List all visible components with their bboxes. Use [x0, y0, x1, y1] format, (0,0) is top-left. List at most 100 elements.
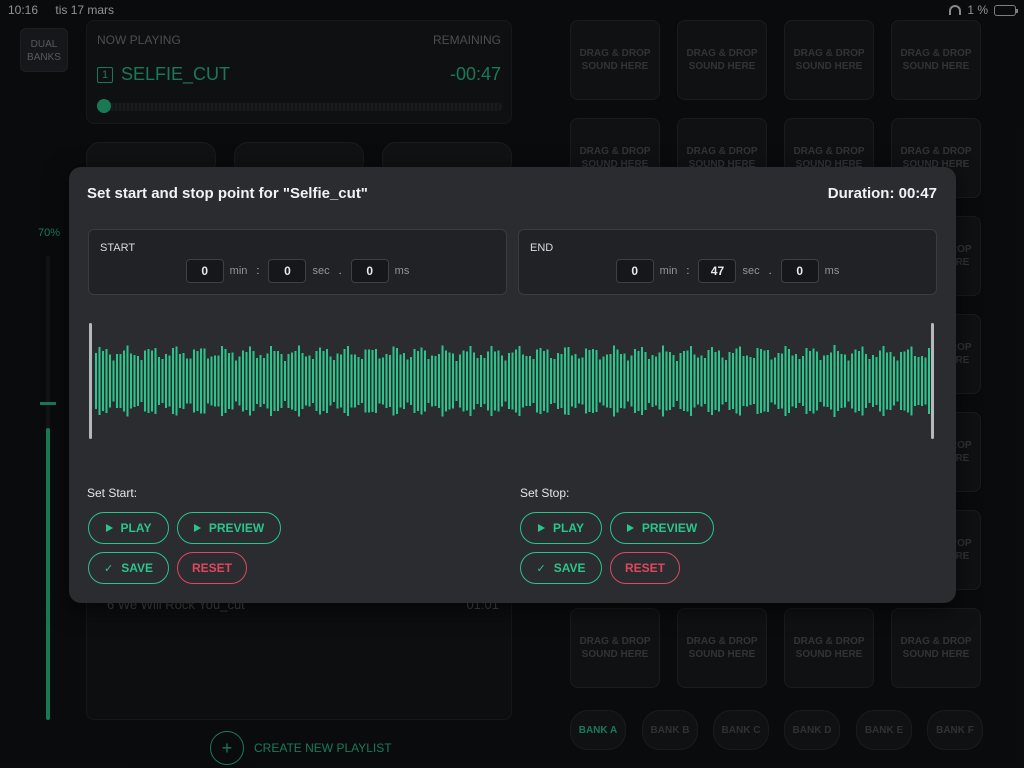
- start-handle[interactable]: [89, 323, 92, 439]
- waveform-bar: [868, 359, 871, 403]
- play-icon: [538, 524, 546, 532]
- waveform-bar: [312, 359, 314, 403]
- waveform-bar: [214, 355, 216, 407]
- waveform-bar: [795, 354, 797, 408]
- waveform-bar: [147, 349, 150, 413]
- waveform-bar: [599, 359, 601, 403]
- stop-preview-button[interactable]: PREVIEW: [610, 512, 714, 544]
- start-preview-button[interactable]: PREVIEW: [177, 512, 281, 544]
- stop-play-button[interactable]: PLAY: [520, 512, 602, 544]
- waveform-bar: [133, 355, 136, 407]
- waveform-bar: [851, 353, 853, 409]
- start-reset-button[interactable]: RESET: [177, 552, 247, 584]
- waveform-bar: [333, 360, 335, 402]
- waveform-bar: [805, 348, 808, 414]
- waveform-bar: [515, 349, 517, 413]
- waveform-bar: [679, 353, 682, 409]
- waveform-bar: [865, 354, 867, 408]
- waveform-bar: [616, 349, 619, 413]
- set-points-dialog: Set start and stop point for "Selfie_cut…: [69, 167, 956, 603]
- end-ms-field[interactable]: 0: [780, 259, 819, 283]
- waveform-bar: [875, 357, 878, 405]
- waveform-bar: [357, 357, 360, 405]
- waveform-bar: [228, 353, 230, 409]
- waveform-bar: [602, 356, 605, 406]
- waveform-bar: [343, 349, 346, 413]
- waveform-bar: [95, 353, 97, 409]
- end-handle[interactable]: [931, 323, 934, 439]
- start-min-field[interactable]: 0: [185, 259, 224, 283]
- waveform-bar: [567, 347, 570, 415]
- stop-save-button[interactable]: ✓ SAVE: [520, 552, 602, 584]
- waveform-bar: [861, 346, 864, 416]
- waveform-bar: [263, 358, 265, 404]
- waveform[interactable]: [87, 319, 938, 443]
- waveform-bar: [242, 350, 244, 412]
- waveform-bar: [693, 354, 696, 408]
- waveform-bar: [648, 359, 650, 403]
- waveform-bar: [431, 355, 433, 407]
- waveform-bar: [896, 360, 899, 402]
- waveform-bar: [910, 346, 913, 416]
- waveform-bar: [217, 355, 220, 407]
- waveform-bar: [700, 355, 703, 407]
- start-sec-field[interactable]: 0: [268, 259, 307, 283]
- waveform-bar: [539, 348, 542, 414]
- min-unit: min: [229, 265, 248, 277]
- waveform-bar: [774, 357, 776, 405]
- waveform-bar: [854, 349, 857, 413]
- waveform-bar: [420, 347, 423, 415]
- waveform-bar: [235, 360, 237, 402]
- waveform-bar: [917, 357, 920, 405]
- waveform-bar: [403, 353, 405, 409]
- end-sec-field[interactable]: 47: [698, 259, 737, 283]
- waveform-bar: [501, 355, 503, 407]
- waveform-bar: [487, 351, 489, 411]
- waveform-bar: [914, 356, 916, 406]
- waveform-bar: [452, 353, 454, 409]
- waveform-bars: [95, 345, 930, 417]
- end-min-field[interactable]: 0: [615, 259, 654, 283]
- waveform-bar: [326, 349, 328, 413]
- waveform-bar: [427, 359, 430, 403]
- waveform-bar: [613, 345, 615, 417]
- waveform-bar: [788, 349, 790, 413]
- waveform-bar: [627, 360, 629, 402]
- play-icon: [626, 524, 634, 532]
- waveform-bar: [172, 348, 174, 414]
- waveform-bar: [480, 355, 482, 407]
- waveform-bar: [816, 351, 818, 411]
- start-ms-field[interactable]: 0: [350, 259, 389, 283]
- waveform-bar: [445, 350, 447, 412]
- waveform-bar: [336, 353, 339, 409]
- set-stop-label: Set Stop:: [520, 486, 570, 500]
- waveform-bar: [448, 352, 451, 410]
- waveform-bar: [574, 354, 577, 408]
- waveform-bar: [112, 360, 115, 402]
- waveform-bar: [144, 350, 146, 412]
- ms-unit: ms: [394, 265, 410, 277]
- waveform-bar: [879, 350, 881, 412]
- waveform-bar: [781, 353, 783, 409]
- start-play-button[interactable]: PLAY: [88, 512, 169, 544]
- dialog-title: Set start and stop point for "Selfie_cut…: [87, 185, 368, 202]
- waveform-bar: [350, 354, 353, 408]
- waveform-bar: [277, 351, 279, 411]
- waveform-bar: [249, 346, 251, 416]
- waveform-bar: [669, 352, 671, 410]
- waveform-bar: [340, 354, 342, 408]
- waveform-bar: [711, 347, 713, 415]
- start-save-button[interactable]: ✓ SAVE: [88, 552, 169, 584]
- waveform-bar: [557, 353, 559, 409]
- play-icon: [193, 524, 201, 532]
- waveform-bar: [595, 350, 598, 412]
- waveform-bar: [522, 354, 524, 408]
- waveform-bar: [298, 345, 300, 417]
- waveform-bar: [455, 361, 458, 401]
- waveform-bar: [462, 350, 465, 412]
- waveform-bar: [809, 351, 811, 411]
- waveform-bar: [98, 347, 101, 415]
- waveform-bar: [753, 358, 755, 404]
- waveform-bar: [704, 358, 706, 404]
- stop-reset-button[interactable]: RESET: [610, 552, 680, 584]
